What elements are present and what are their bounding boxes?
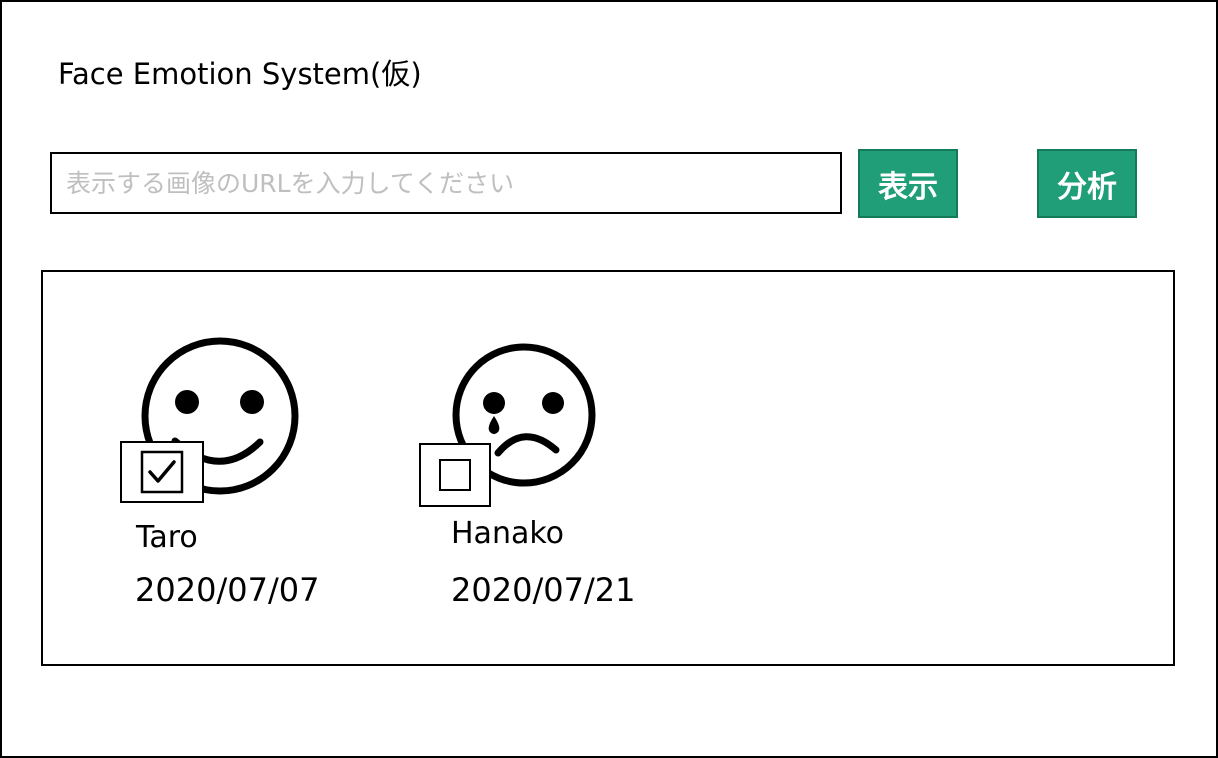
item-date: 2020/07/21 [451, 571, 636, 609]
item-date: 2020/07/07 [135, 571, 320, 609]
app-title: Face Emotion System(仮) [58, 57, 422, 91]
select-checkbox-taro[interactable] [120, 441, 204, 503]
show-button[interactable]: 表示 [858, 149, 958, 218]
checked-box-icon [140, 450, 184, 494]
item-name: Taro [136, 520, 198, 555]
analyze-button[interactable]: 分析 [1037, 149, 1137, 218]
item-name: Hanako [451, 516, 564, 551]
unchecked-box-icon [439, 459, 471, 491]
url-input[interactable] [50, 152, 842, 214]
select-checkbox-hanako[interactable] [419, 443, 491, 507]
